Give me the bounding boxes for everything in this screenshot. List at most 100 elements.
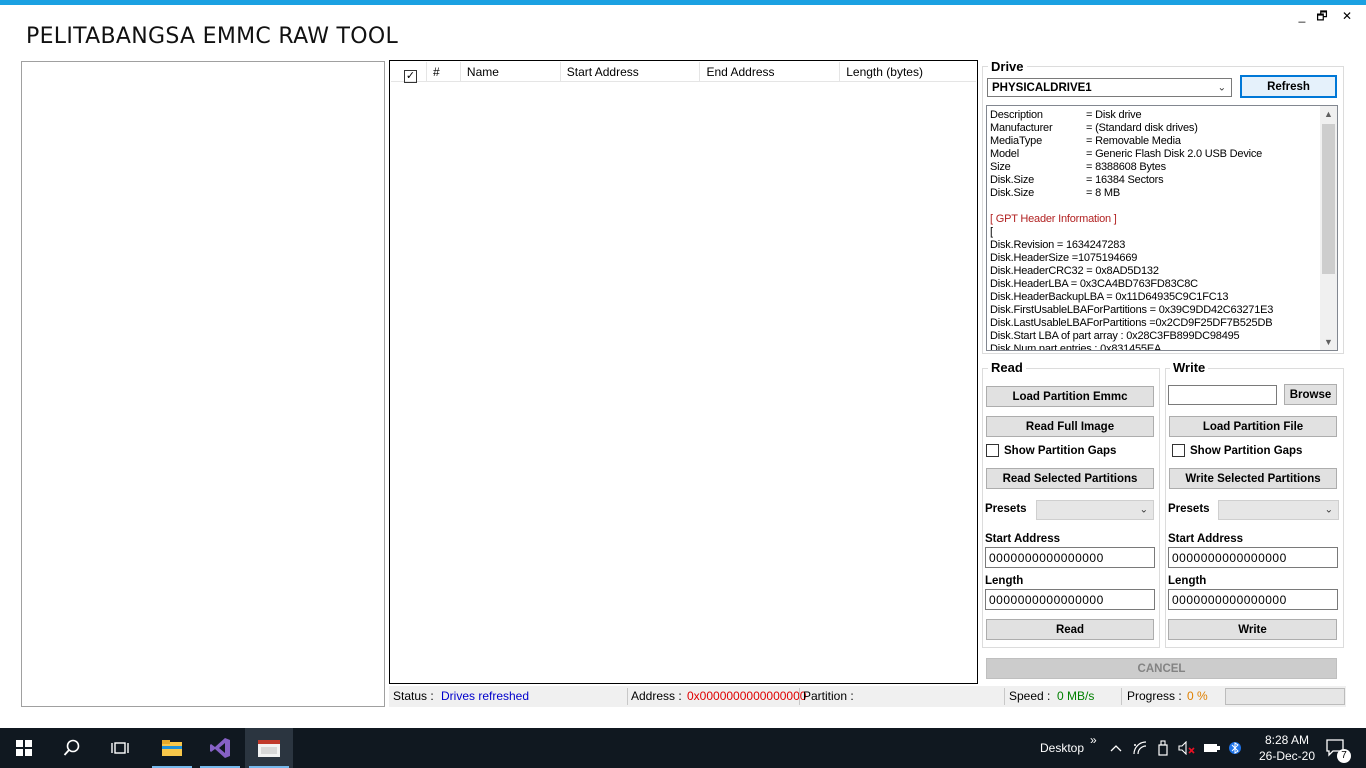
search-button[interactable]: [48, 728, 96, 768]
write-length-input[interactable]: 0000000000000000: [1168, 589, 1338, 610]
write-file-input[interactable]: [1168, 385, 1277, 405]
drive-info-value: = Disk drive: [1086, 109, 1142, 121]
status-separator: [799, 688, 800, 705]
write-start-address-label: Start Address: [1168, 533, 1243, 545]
chevron-down-icon: ⌄: [1139, 504, 1148, 516]
folder-icon: [162, 740, 182, 756]
battery-icon[interactable]: [1203, 728, 1221, 768]
visual-studio-icon: [210, 738, 230, 758]
browse-button[interactable]: Browse: [1284, 384, 1337, 405]
partition-tree-panel[interactable]: [21, 61, 385, 707]
search-icon: [63, 739, 80, 756]
drive-info-key: Model: [990, 148, 1019, 160]
address-value: 0x0000000000000000: [687, 689, 807, 703]
column-header-end-address[interactable]: End Address: [700, 62, 841, 82]
status-separator: [1121, 688, 1122, 705]
column-header-name[interactable]: Name: [461, 62, 561, 82]
drive-info-value: = 8388608 Bytes: [1086, 161, 1166, 173]
toolbar-expand-icon[interactable]: »: [1090, 720, 1097, 760]
write-button[interactable]: Write: [1168, 619, 1337, 640]
refresh-button[interactable]: Refresh: [1240, 75, 1337, 98]
restore-button[interactable]: 🗗: [1311, 8, 1333, 24]
read-presets-select[interactable]: ⌄: [1036, 500, 1154, 520]
window-top-accent: [0, 0, 1366, 5]
drive-info-key: Disk.Size: [990, 174, 1035, 186]
usb-icon[interactable]: [1157, 728, 1169, 768]
drive-info-scrollbar[interactable]: ▲ ▼: [1320, 106, 1337, 350]
select-all-checkbox[interactable]: ✓: [391, 62, 427, 83]
write-show-gaps-checkbox[interactable]: Show Partition Gaps: [1172, 444, 1302, 457]
load-partition-file-button[interactable]: Load Partition File: [1169, 416, 1337, 437]
drive-info-value: = (Standard disk drives): [1086, 122, 1198, 134]
status-label: Status :: [393, 689, 434, 703]
drive-select-value: PHYSICALDRIVE1: [992, 81, 1092, 94]
gpt-info-row: Disk.Start LBA of part array : 0x28C3FB8…: [990, 330, 1240, 342]
toolbar-expand-glyph: »: [1090, 733, 1097, 747]
scroll-down-icon[interactable]: ▼: [1320, 337, 1337, 347]
status-separator: [627, 688, 628, 705]
gpt-info-row: Disk.Revision = 1634247283: [990, 239, 1126, 251]
drive-info-key: MediaType: [990, 135, 1043, 147]
read-group-title: Read: [988, 360, 1026, 375]
drive-info-textbox[interactable]: Description = Disk drive Manufacturer = (St…: [986, 105, 1338, 351]
chevron-down-icon: ⌄: [1217, 82, 1226, 93]
start-button[interactable]: [0, 728, 48, 768]
checkbox-box: [1172, 444, 1185, 457]
write-length-label: Length: [1168, 575, 1207, 587]
column-header-length[interactable]: Length (bytes): [840, 62, 976, 82]
write-start-address-input[interactable]: 0000000000000000: [1168, 547, 1338, 568]
emmc-tool-taskbar-button[interactable]: [245, 728, 293, 768]
column-header-index[interactable]: #: [427, 62, 461, 82]
read-length-input[interactable]: 0000000000000000: [985, 589, 1155, 610]
minimize-button[interactable]: _: [1291, 8, 1313, 24]
drive-info-row: Disk.Size = 16384 Sectors: [990, 174, 1273, 187]
write-presets-select[interactable]: ⌄: [1218, 500, 1339, 520]
read-start-address-label: Start Address: [985, 533, 1060, 545]
emmc-tool-icon: [258, 740, 280, 757]
chevron-up-icon: [1110, 745, 1122, 752]
desktop-toolbar[interactable]: Desktop: [1040, 728, 1084, 768]
scroll-up-icon[interactable]: ▲: [1320, 109, 1337, 119]
bluetooth-icon[interactable]: [1229, 728, 1241, 768]
network-icon[interactable]: [1132, 728, 1148, 768]
read-start-address-input[interactable]: 0000000000000000: [985, 547, 1155, 568]
read-presets-label: Presets: [985, 503, 1027, 515]
clock[interactable]: 8:28 AM 26-Dec-20: [1252, 728, 1322, 768]
task-view-button[interactable]: [96, 728, 144, 768]
write-group-title: Write: [1170, 360, 1209, 375]
drive-info-key: Manufacturer: [990, 122, 1053, 134]
checkbox-box: [986, 444, 999, 457]
usb-drive-icon: [1158, 740, 1168, 756]
close-button[interactable]: ✕: [1336, 8, 1358, 24]
partition-list[interactable]: ✓ # Name Start Address End Address Lengt…: [389, 60, 978, 684]
desktop-label[interactable]: Desktop: [1040, 741, 1084, 755]
drive-info-blank-row: [990, 200, 1273, 213]
column-header-start-address[interactable]: Start Address: [561, 62, 701, 82]
write-presets-label: Presets: [1168, 503, 1210, 515]
scroll-thumb[interactable]: [1322, 124, 1335, 274]
status-value: Drives refreshed: [441, 689, 530, 703]
cancel-button[interactable]: CANCEL: [986, 658, 1337, 679]
progress-bar: [1225, 688, 1345, 705]
write-show-gaps-label: Show Partition Gaps: [1190, 444, 1303, 457]
read-show-gaps-checkbox[interactable]: Show Partition Gaps: [986, 444, 1116, 457]
read-selected-partitions-button[interactable]: Read Selected Partitions: [986, 468, 1154, 489]
visual-studio-button[interactable]: [196, 728, 244, 768]
volume-icon[interactable]: [1178, 728, 1196, 768]
read-button[interactable]: Read: [986, 619, 1154, 640]
drive-info-row: Size = 8388608 Bytes: [990, 161, 1273, 174]
file-explorer-button[interactable]: [148, 728, 196, 768]
read-full-image-button[interactable]: Read Full Image: [986, 416, 1154, 437]
show-hidden-icons-button[interactable]: [1110, 728, 1122, 768]
write-selected-partitions-button[interactable]: Write Selected Partitions: [1169, 468, 1337, 489]
drive-info-value: = Removable Media: [1086, 135, 1181, 147]
load-partition-emmc-button[interactable]: Load Partition Emmc: [986, 386, 1154, 407]
gpt-open-bracket: [: [990, 226, 993, 238]
drive-select[interactable]: PHYSICALDRIVE1 ⌄: [987, 78, 1232, 97]
power-icon: [1204, 744, 1220, 752]
taskbar: Desktop » 8:28 AM 26-Dec-20 7: [0, 728, 1366, 768]
gpt-info-row: Disk.HeaderLBA = 0x3CA4BD763FD83C8C: [990, 278, 1198, 290]
check-icon: ✓: [404, 70, 417, 83]
address-label: Address :: [631, 689, 682, 703]
action-center-button[interactable]: 7: [1326, 728, 1351, 768]
